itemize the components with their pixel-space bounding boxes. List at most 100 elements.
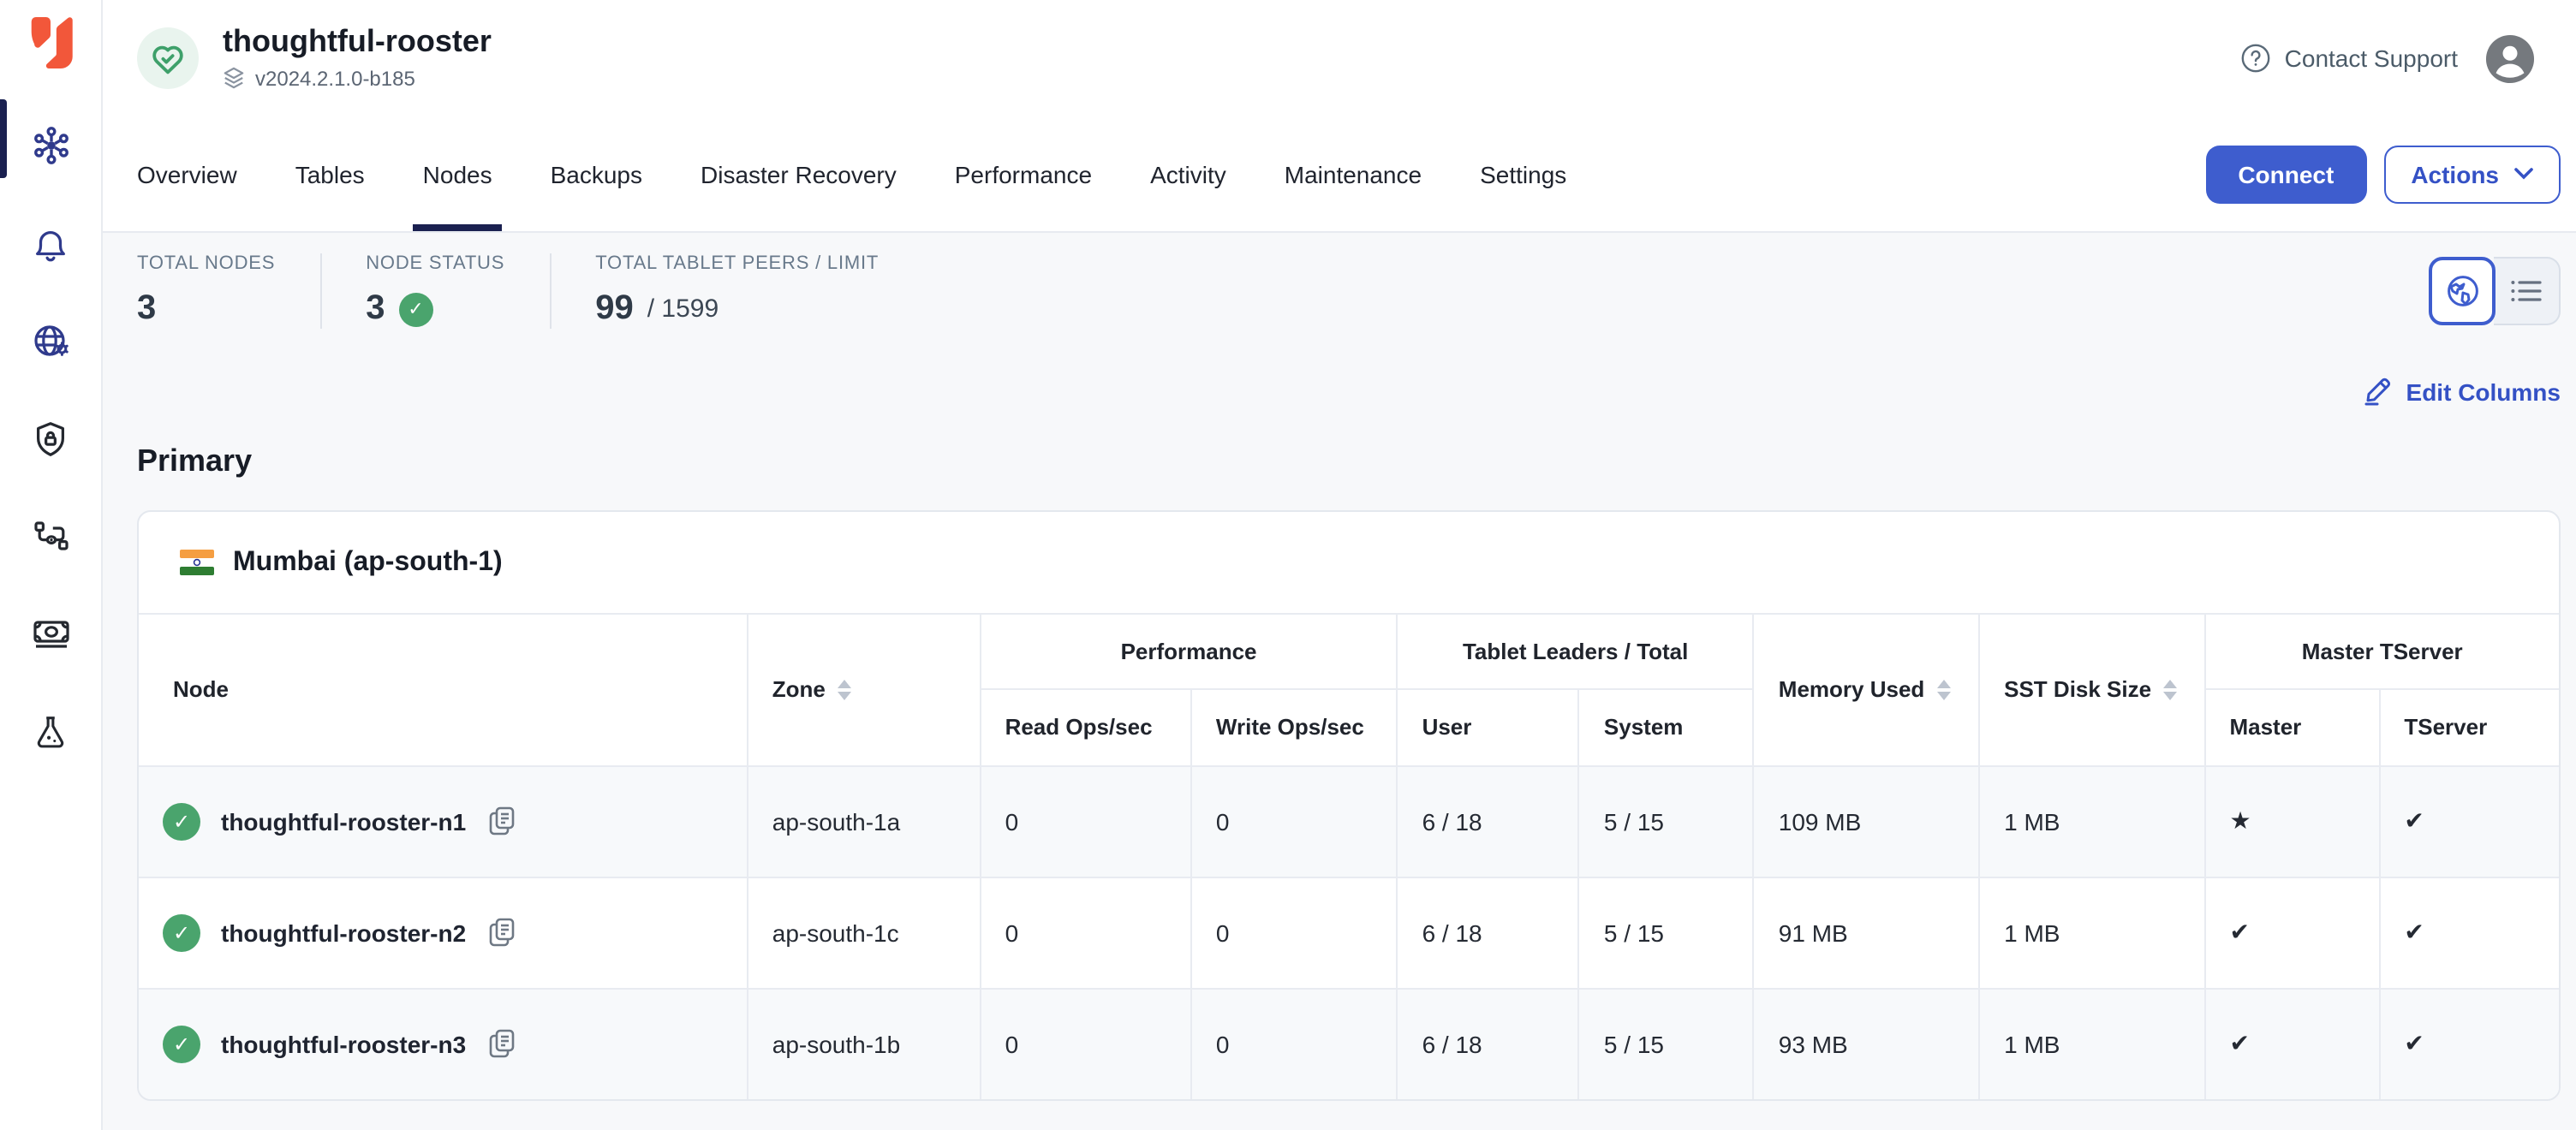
list-view-button[interactable] bbox=[2494, 257, 2561, 325]
sidebar-item-labs[interactable] bbox=[30, 711, 71, 752]
actions-button[interactable]: Actions bbox=[2383, 145, 2561, 203]
column-header-read-ops[interactable]: Read Ops/sec bbox=[981, 688, 1191, 765]
tabbar: Overview Tables Nodes Backups Disaster R… bbox=[103, 116, 2576, 233]
region-card: Mumbai (ap-south-1) Node Zone bbox=[137, 510, 2561, 1101]
node-healthy-icon: ✓ bbox=[163, 802, 200, 840]
sidebar-item-tasks[interactable] bbox=[30, 515, 71, 556]
section-title-primary: Primary bbox=[137, 443, 2561, 479]
actions-button-label: Actions bbox=[2411, 160, 2499, 187]
sort-icon bbox=[838, 680, 851, 700]
yugabyte-logo[interactable] bbox=[27, 17, 74, 77]
sidebar-item-alerts[interactable] bbox=[30, 223, 71, 264]
node-cell: ✓ thoughtful-rooster-n1 bbox=[139, 765, 748, 877]
system-tablets-cell: 5 / 15 bbox=[1579, 765, 1754, 877]
column-header-memory-used[interactable]: Memory Used bbox=[1754, 615, 1979, 765]
topbar-right: Contact Support bbox=[2240, 33, 2535, 83]
tab-settings[interactable]: Settings bbox=[1480, 116, 1566, 231]
copy-node-name-button[interactable] bbox=[488, 918, 516, 947]
region-card-header: Mumbai (ap-south-1) bbox=[139, 512, 2559, 615]
sidebar-item-security[interactable] bbox=[30, 418, 71, 459]
read-ops-cell: 0 bbox=[981, 765, 1191, 877]
column-header-write-ops[interactable]: Write Ops/sec bbox=[1191, 688, 1398, 765]
sidebar-active-indicator bbox=[0, 99, 7, 178]
edit-columns-label: Edit Columns bbox=[2406, 378, 2561, 405]
stats-row: TOTAL NODES 3 NODE STATUS 3 ✓ TOTAL TABL… bbox=[137, 253, 2561, 329]
tab-tables[interactable]: Tables bbox=[295, 116, 365, 231]
stat-limit: / 1599 bbox=[647, 294, 719, 324]
sidebar-item-billing[interactable] bbox=[30, 613, 71, 654]
topbar: thoughtful-rooster v2024.2.1.0-b185 Cont… bbox=[103, 0, 2576, 116]
column-header-master[interactable]: Master bbox=[2204, 688, 2379, 765]
tabs: Overview Tables Nodes Backups Disaster R… bbox=[137, 116, 1566, 231]
column-header-user[interactable]: User bbox=[1398, 688, 1579, 765]
tab-disaster-recovery[interactable]: Disaster Recovery bbox=[701, 116, 897, 231]
node-healthy-icon: ✓ bbox=[163, 913, 200, 951]
edit-columns-row: Edit Columns bbox=[137, 377, 2561, 406]
sst-disk-size-cell: 1 MB bbox=[1979, 877, 2204, 988]
user-avatar[interactable] bbox=[2485, 33, 2535, 83]
tab-nodes[interactable]: Nodes bbox=[423, 116, 492, 231]
copy-icon bbox=[488, 918, 516, 947]
money-icon bbox=[30, 613, 71, 654]
column-header-node[interactable]: Node bbox=[139, 615, 748, 765]
nodes-table-body: ✓ thoughtful-rooster-n1 bbox=[139, 765, 2559, 1099]
tab-actions: Connect Actions bbox=[2205, 116, 2561, 231]
zone-cell: ap-south-1a bbox=[748, 765, 981, 877]
stat-tablet-peers: TOTAL TABLET PEERS / LIMIT 99 / 1599 bbox=[551, 253, 923, 329]
app-root: thoughtful-rooster v2024.2.1.0-b185 Cont… bbox=[0, 0, 2576, 1130]
network-hub-icon bbox=[30, 125, 71, 166]
sst-disk-size-cell: 1 MB bbox=[1979, 988, 2204, 1099]
user-tablets-cell: 6 / 18 bbox=[1398, 988, 1579, 1099]
tab-activity[interactable]: Activity bbox=[1150, 116, 1226, 231]
layers-icon bbox=[223, 68, 245, 90]
node-name: thoughtful-rooster-n2 bbox=[221, 919, 466, 946]
tab-overview[interactable]: Overview bbox=[137, 116, 237, 231]
india-flag-icon bbox=[180, 550, 214, 575]
tab-performance[interactable]: Performance bbox=[955, 116, 1092, 231]
globe-view-button[interactable] bbox=[2429, 257, 2496, 325]
node-cell: ✓ thoughtful-rooster-n3 bbox=[139, 988, 748, 1099]
edit-columns-link[interactable]: Edit Columns bbox=[2364, 377, 2561, 406]
column-header-sst-disk-size[interactable]: SST Disk Size bbox=[1979, 615, 2204, 765]
column-header-zone[interactable]: Zone bbox=[748, 615, 981, 765]
sidebar bbox=[0, 0, 103, 1130]
pencil-icon bbox=[2364, 377, 2393, 406]
master-check-icon: ✔ bbox=[2204, 988, 2379, 1099]
universe-health-badge bbox=[137, 27, 199, 89]
memory-used-cell: 91 MB bbox=[1754, 877, 1979, 988]
master-check-icon: ✔ bbox=[2204, 877, 2379, 988]
write-ops-cell: 0 bbox=[1191, 988, 1398, 1099]
bell-icon bbox=[31, 223, 70, 263]
stat-label: NODE STATUS bbox=[366, 253, 504, 274]
stat-node-status: NODE STATUS 3 ✓ bbox=[321, 253, 549, 329]
content: TOTAL NODES 3 NODE STATUS 3 ✓ TOTAL TABL… bbox=[103, 253, 2576, 1101]
zone-cell: ap-south-1c bbox=[748, 877, 981, 988]
system-tablets-cell: 5 / 15 bbox=[1579, 877, 1754, 988]
copy-node-name-button[interactable] bbox=[488, 806, 516, 836]
table-row: ✓ thoughtful-rooster-n2 bbox=[139, 877, 2559, 988]
stat-value: 99 bbox=[595, 289, 634, 329]
memory-used-cell: 109 MB bbox=[1754, 765, 1979, 877]
stat-value: 3 bbox=[366, 289, 385, 329]
version-row: v2024.2.1.0-b185 bbox=[223, 67, 492, 91]
sidebar-item-universes[interactable] bbox=[30, 125, 71, 166]
column-header-system[interactable]: System bbox=[1579, 688, 1754, 765]
sidebar-item-cloud-config[interactable] bbox=[30, 320, 71, 361]
globe-gear-icon bbox=[30, 320, 71, 361]
tab-backups[interactable]: Backups bbox=[551, 116, 642, 231]
region-name: Mumbai (ap-south-1) bbox=[233, 547, 503, 578]
contact-support-link[interactable]: Contact Support bbox=[2240, 43, 2458, 74]
column-header-tserver[interactable]: TServer bbox=[2379, 688, 2559, 765]
zone-cell: ap-south-1b bbox=[748, 988, 981, 1099]
system-tablets-cell: 5 / 15 bbox=[1579, 988, 1754, 1099]
sort-icon bbox=[1936, 680, 1950, 700]
column-group-performance: Performance bbox=[981, 615, 1398, 688]
node-name: thoughtful-rooster-n3 bbox=[221, 1031, 466, 1058]
contact-support-label: Contact Support bbox=[2285, 45, 2458, 72]
tab-maintenance[interactable]: Maintenance bbox=[1285, 116, 1422, 231]
read-ops-cell: 0 bbox=[981, 877, 1191, 988]
tserver-check-icon: ✔ bbox=[2379, 877, 2559, 988]
copy-node-name-button[interactable] bbox=[488, 1030, 516, 1059]
connect-button[interactable]: Connect bbox=[2205, 145, 2366, 203]
stat-total-nodes: TOTAL NODES 3 bbox=[137, 253, 319, 329]
